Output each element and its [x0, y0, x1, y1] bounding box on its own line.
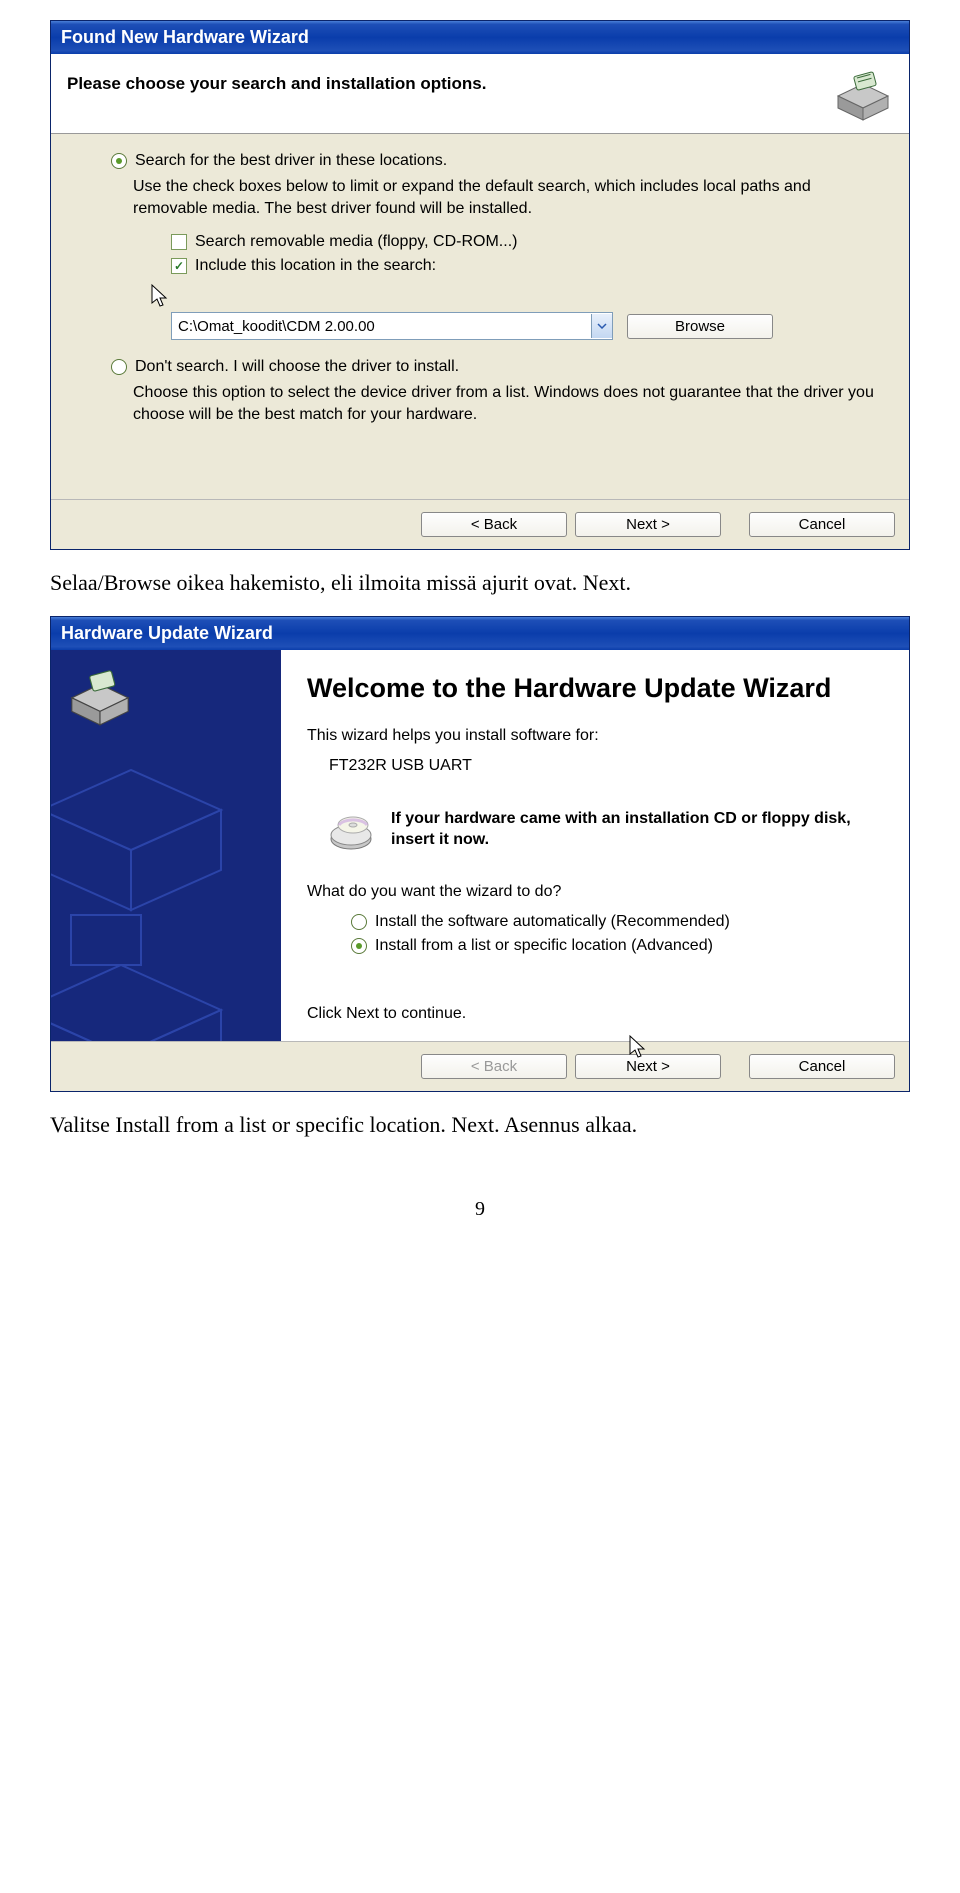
- caption-2: Valitse Install from a list or specific …: [50, 1112, 910, 1138]
- body-panel: Search for the best driver in these loca…: [51, 134, 909, 499]
- radio-label: Don't search. I will choose the driver t…: [135, 358, 459, 376]
- check-removable-media[interactable]: Search removable media (floppy, CD-ROM..…: [171, 233, 879, 251]
- titlebar[interactable]: Found New Hardware Wizard: [51, 21, 909, 54]
- radio-label: Install the software automatically (Reco…: [375, 913, 730, 931]
- hardware-icon: [833, 66, 893, 121]
- cursor-icon: [627, 1034, 649, 1062]
- check-include-location[interactable]: Include this location in the search:: [171, 257, 879, 275]
- wizard-main: Welcome to the Hardware Update Wizard Th…: [281, 650, 909, 1040]
- cd-hint-text: If your hardware came with an installati…: [391, 809, 883, 851]
- path-row: C:\Omat_koodit\CDM 2.00.00 Browse: [171, 312, 879, 340]
- wizard-body: Welcome to the Hardware Update Wizard Th…: [51, 650, 909, 1040]
- page-number: 9: [50, 1198, 910, 1221]
- header-text: Please choose your search and installati…: [67, 66, 486, 94]
- radio-install-auto[interactable]: Install the software automatically (Reco…: [351, 913, 883, 931]
- radio-install-from-list[interactable]: Install from a list or specific location…: [351, 937, 883, 955]
- checkbox-icon: [171, 234, 187, 250]
- chevron-down-icon: [597, 323, 607, 329]
- found-new-hardware-dialog: Found New Hardware Wizard Please choose …: [50, 20, 910, 550]
- question-text: What do you want the wizard to do?: [307, 883, 883, 901]
- welcome-title: Welcome to the Hardware Update Wizard: [307, 672, 883, 704]
- button-bar: < Back Next > Cancel: [51, 1041, 909, 1091]
- radio-dont-search[interactable]: Don't search. I will choose the driver t…: [111, 358, 879, 376]
- device-name: FT232R USB UART: [329, 757, 883, 775]
- titlebar[interactable]: Hardware Update Wizard: [51, 617, 909, 650]
- cursor-icon: [149, 283, 171, 311]
- intro-text: This wizard helps you install software f…: [307, 727, 883, 745]
- cd-icon: [329, 809, 377, 853]
- location-value: C:\Omat_koodit\CDM 2.00.00: [172, 318, 591, 335]
- caption-1: Selaa/Browse oikea hakemisto, eli ilmoit…: [50, 570, 910, 596]
- hardware-update-dialog: Hardware Update Wizard: [50, 616, 910, 1091]
- back-button: < Back: [421, 1054, 567, 1079]
- button-bar: < Back Next > Cancel: [51, 499, 909, 549]
- cd-hint-row: If your hardware came with an installati…: [329, 809, 883, 853]
- location-combo[interactable]: C:\Omat_koodit\CDM 2.00.00: [171, 312, 613, 340]
- title-text: Found New Hardware Wizard: [61, 27, 309, 48]
- header-panel: Please choose your search and installati…: [51, 54, 909, 134]
- cancel-button[interactable]: Cancel: [749, 1054, 895, 1079]
- title-text: Hardware Update Wizard: [61, 623, 273, 644]
- checkbox-icon: [171, 258, 187, 274]
- radio-icon: [111, 359, 127, 375]
- back-button[interactable]: < Back: [421, 512, 567, 537]
- checkbox-label: Include this location in the search:: [195, 257, 436, 275]
- click-next-text: Click Next to continue.: [307, 1005, 883, 1023]
- browse-button[interactable]: Browse: [627, 314, 773, 339]
- radio-icon: [351, 914, 367, 930]
- radio-search-best[interactable]: Search for the best driver in these loca…: [111, 152, 879, 170]
- radio-group: Install the software automatically (Reco…: [351, 913, 883, 955]
- combo-dropdown-button[interactable]: [591, 314, 612, 338]
- wizard-sidebar: [51, 650, 281, 1040]
- hardware-icon: [65, 664, 135, 726]
- radio-icon: [111, 153, 127, 169]
- radio-label: Search for the best driver in these loca…: [135, 152, 447, 170]
- checkbox-label: Search removable media (floppy, CD-ROM..…: [195, 233, 517, 251]
- radio-icon: [351, 938, 367, 954]
- next-button[interactable]: Next >: [575, 512, 721, 537]
- decorative-shapes: [51, 750, 281, 1040]
- cancel-button[interactable]: Cancel: [749, 512, 895, 537]
- radio-label: Install from a list or specific location…: [375, 937, 713, 955]
- opt1-description: Use the check boxes below to limit or ex…: [133, 176, 879, 219]
- opt2-description: Choose this option to select the device …: [133, 382, 879, 425]
